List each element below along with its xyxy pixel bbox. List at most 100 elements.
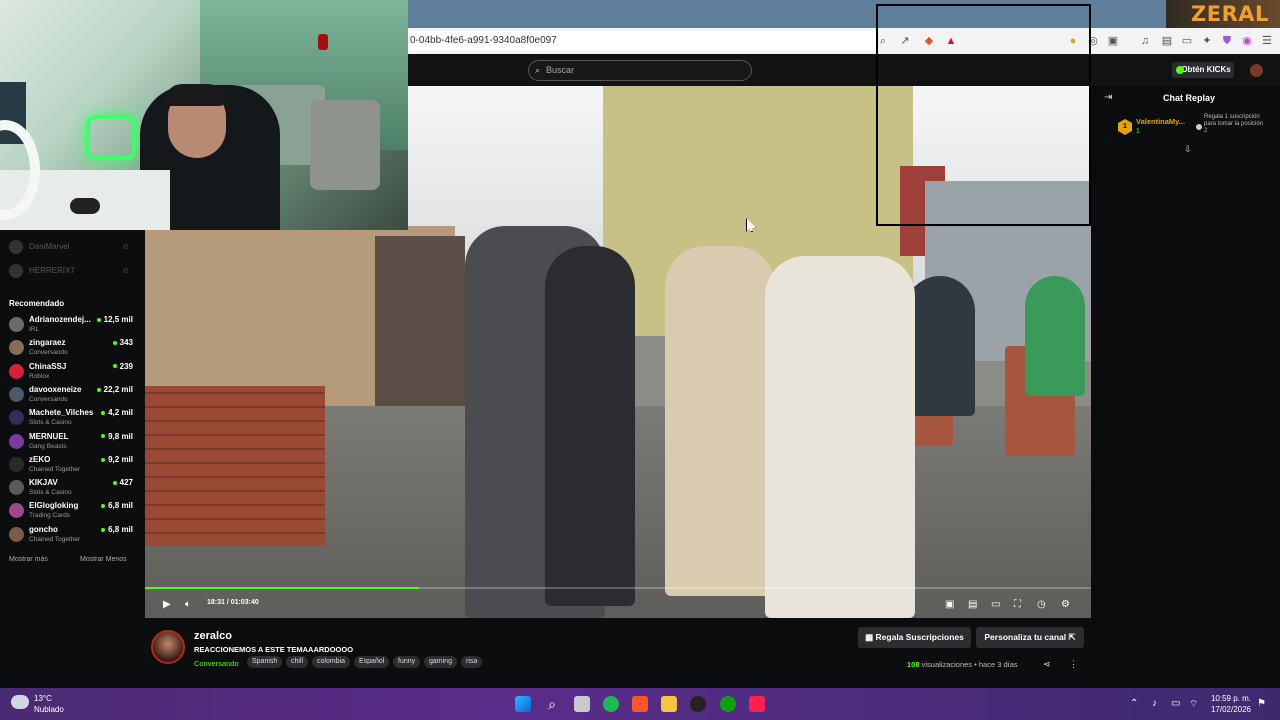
display-icon[interactable]: ▭ [1171, 698, 1180, 709]
streamer-webcam [0, 0, 408, 230]
ext-icon-3[interactable]: ▣ [1106, 34, 1120, 48]
recommended-channel[interactable]: MERNUEL Gang Beasts 9,8 mil [9, 431, 133, 453]
viewer-count: 4,2 mil [101, 408, 133, 417]
play-icon[interactable]: ▶ [163, 598, 171, 612]
viewer-count: 343 [112, 338, 133, 348]
recommended-channel[interactable]: Machete_Vilches Slots & Casino 4,2 mil [9, 407, 133, 429]
file-explorer-icon[interactable] [661, 696, 677, 712]
clock-time[interactable]: 10:59 p. m. [1209, 694, 1251, 703]
sparkle-icon[interactable]: ✦ [1200, 34, 1214, 48]
tiktok-icon[interactable] [749, 696, 765, 712]
show-more-link[interactable]: Mostrar más [9, 556, 48, 563]
clock-date[interactable]: 17/02/2026 [1205, 705, 1251, 714]
avatar [9, 340, 24, 356]
customize-channel-button[interactable]: Personaliza tu canal ⇱ [976, 627, 1084, 648]
recommended-channel[interactable]: ChinaSSJ Roblox 239 [9, 361, 133, 383]
start-icon[interactable] [515, 696, 531, 712]
view-stats: 108 visualizaciones • hace 3 días [907, 660, 1018, 669]
viewer-count: 239 [112, 362, 133, 371]
external-link-icon: ⇱ [1066, 632, 1076, 642]
chevron-up-icon[interactable]: ⌃ [1130, 698, 1138, 709]
live-dot-icon [112, 364, 117, 369]
gift-icon: ▦ [865, 632, 876, 642]
xbox-icon[interactable] [720, 696, 736, 712]
menu-icon[interactable]: ☰ [1260, 34, 1274, 48]
weather-desc[interactable]: Nublado [34, 705, 64, 714]
search-icon[interactable]: ⌕ [544, 696, 560, 712]
streamer-name[interactable]: zeralco [194, 630, 232, 642]
wallet-icon[interactable]: ◉ [1240, 34, 1254, 48]
recommended-channel[interactable]: davooxeneize Conversando 22,2 mil [9, 384, 133, 406]
obs-icon[interactable] [690, 696, 706, 712]
video-frame-person [545, 246, 635, 606]
pip-icon[interactable]: ▣ [945, 598, 954, 612]
vpn-icon[interactable]: ⛊ [1220, 34, 1234, 48]
viewer-count-value: 4,2 mil [108, 408, 133, 418]
volume-icon[interactable]: 🔈︎ [185, 598, 191, 612]
recommended-channel[interactable]: ElGlogloking Trading Cards 6,8 mil [9, 500, 133, 522]
cloud-icon[interactable] [11, 695, 29, 709]
tag-chip[interactable]: Español [354, 656, 390, 668]
theater-icon[interactable]: ▭ [991, 598, 1000, 612]
webcam-person-hair [165, 84, 225, 106]
view-count: 108 [907, 660, 920, 669]
fullscreen-icon[interactable]: ⛶ [1014, 598, 1021, 612]
speed-icon[interactable]: ◷ [1037, 598, 1046, 612]
gift-subs-button[interactable]: ▦ Regala Suscripciones [858, 627, 971, 648]
viewer-count-value: 343 [119, 338, 133, 348]
recommended-channel[interactable]: KIKJAV Slots & Casino 427 [9, 477, 133, 499]
tag-chip[interactable]: funny [393, 656, 421, 668]
share-icon[interactable]: ⋖ [1043, 659, 1051, 670]
notification-bell-icon[interactable]: ⚑ [1257, 698, 1266, 709]
streamer-avatar[interactable] [151, 630, 185, 664]
avatar [9, 386, 24, 402]
channel-category: Conversando [29, 395, 68, 403]
search-icon: ⌕ [535, 65, 541, 75]
search-placeholder: Buscar [546, 65, 575, 75]
recommended-channel[interactable]: goncho Chained Together 6,8 mil [9, 524, 133, 546]
search-input[interactable]: ⌕ Buscar [528, 60, 752, 81]
spotify-icon[interactable] [603, 696, 619, 712]
recommended-channel[interactable]: zingaraez Conversando 343 [9, 337, 133, 359]
gifter-name: ValentinaMy... [1136, 117, 1186, 126]
followed-channel[interactable]: DaniMarvel ⊘ [9, 240, 139, 254]
recommended-channel[interactable]: Adrianozendej... IRL 12,5 mil [9, 314, 133, 336]
brave-icon[interactable] [632, 696, 648, 712]
bookmark-icon[interactable]: ▤ [1160, 34, 1174, 48]
webcam-neon-sign [86, 115, 136, 160]
recommended-channel[interactable]: zEKO Chained Together 9,2 mil [9, 454, 133, 476]
tabs-icon[interactable]: ▭ [1180, 34, 1194, 48]
gift-leaderboard-entry[interactable]: 1 ValentinaMy... 1 Regala 1 suscripción … [1118, 114, 1273, 142]
channel-category: Slots & Casino [29, 419, 72, 427]
address-bar[interactable]: 0-04bb-4fe6-a991-9340a8f0e097 [408, 31, 878, 51]
live-dot-icon [101, 434, 106, 439]
gift-count: 1 [1136, 128, 1140, 135]
show-less-link[interactable]: Mostrar Menos [80, 556, 127, 563]
tag-chip[interactable]: gaming [424, 656, 457, 668]
weather-temp[interactable]: 13°C [34, 694, 52, 703]
get-kicks-button[interactable]: Obtén KICKs [1172, 62, 1234, 78]
followed-channel[interactable]: HERRERIX7 ⊘ [9, 264, 139, 278]
tag-chip[interactable]: chill [286, 656, 309, 668]
task-view-icon[interactable] [574, 696, 590, 712]
settings-icon[interactable]: ⚙ [1061, 598, 1070, 612]
avatar [9, 410, 24, 426]
user-avatar[interactable] [1250, 64, 1263, 77]
wifi-icon[interactable]: ⌔ [1189, 698, 1198, 711]
clip-icon[interactable]: ▤ [968, 598, 977, 612]
chat-title: Chat Replay [1162, 93, 1215, 103]
site-header: ⌕ Buscar Obtén KICKs [408, 54, 1280, 86]
avatar [9, 264, 23, 278]
offline-icon: ⊘ [122, 266, 129, 275]
tag-chip[interactable]: Spanish [247, 656, 283, 668]
microphone-icon[interactable]: ♪ [1152, 698, 1157, 709]
stream-category[interactable]: Conversando [194, 659, 239, 668]
webcam-chair [310, 100, 380, 190]
more-options-icon[interactable]: ⋮ [1069, 659, 1078, 670]
tag-chip[interactable]: risa [461, 656, 483, 668]
channel-name: davooxeneize [29, 384, 82, 394]
expand-leaderboard-icon[interactable]: ⇩ [1184, 144, 1192, 155]
live-dot-icon [101, 504, 106, 509]
media-icon[interactable]: ♫ [1138, 34, 1152, 48]
tag-chip[interactable]: colombia [312, 656, 351, 668]
